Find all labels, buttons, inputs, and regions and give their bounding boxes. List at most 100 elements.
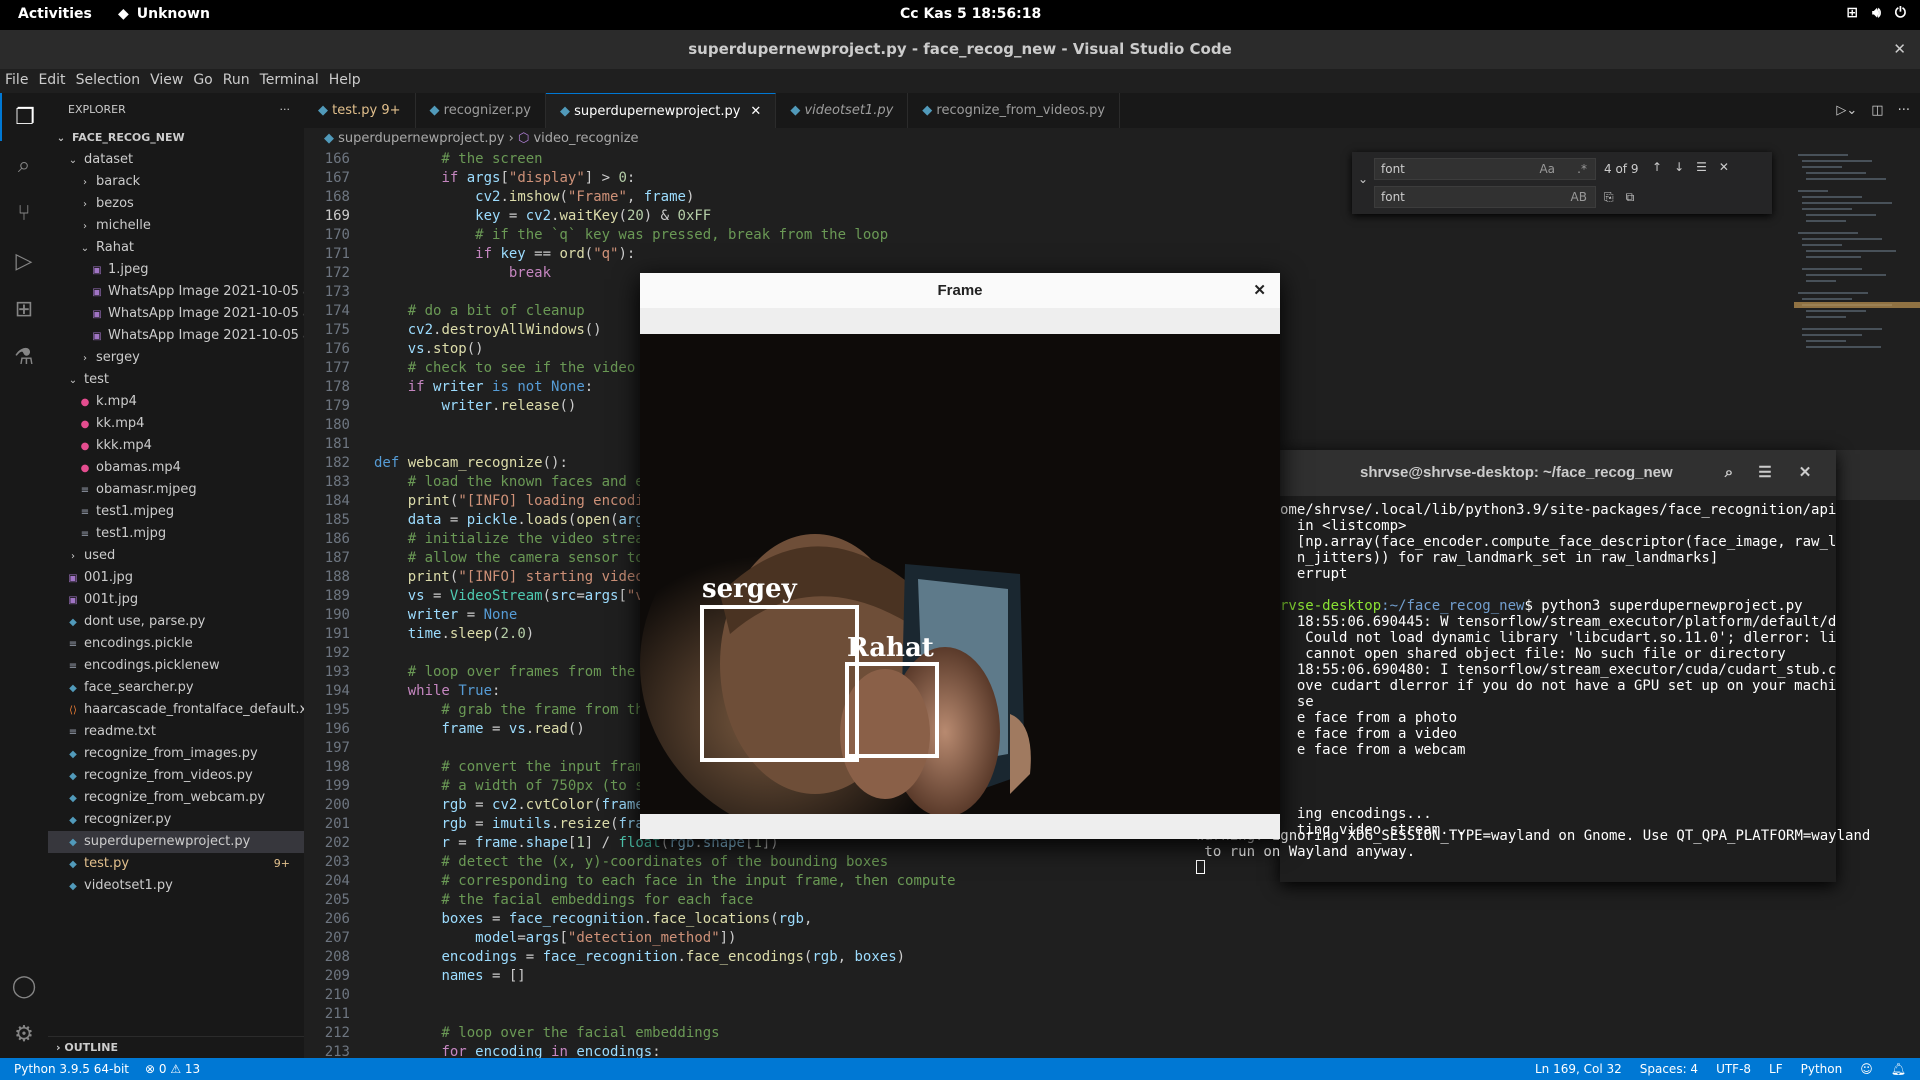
match-case-toggle[interactable]: Aa [1539,159,1555,179]
encoding[interactable]: UTF-8 [1716,1058,1751,1080]
tree-file[interactable]: ◆ face_searcher.py [48,677,304,699]
tree-file[interactable]: ≡ test1.mjpeg [48,501,304,523]
source-control-icon[interactable]: ⑂ [0,189,48,237]
tree-folder[interactable]: › bezos [48,193,304,215]
menu-view[interactable]: View [145,69,188,93]
find-in-selection-icon[interactable]: ☰ [1696,160,1707,174]
close-icon[interactable]: ✕ [1719,160,1729,174]
replace-input[interactable]: font AB [1374,186,1596,208]
extensions-icon[interactable]: ⊞ [0,285,48,333]
tree-folder[interactable]: › used [48,545,304,567]
tree-file[interactable]: ⟨⟩ haarcascade_frontalface_default.xml [48,699,304,721]
tree-item-label: readme.txt [84,724,156,739]
run-debug-icon[interactable]: ▷ [0,237,48,285]
python-interpreter[interactable]: Python 3.9.5 64-bit [14,1058,129,1080]
replace-icon[interactable]: ⎘ [1604,190,1614,205]
testing-icon[interactable]: ⚗ [0,333,48,381]
app-menu[interactable]: ◆ Unknown [118,6,210,22]
language-mode[interactable]: Python [1801,1058,1843,1080]
tree-file[interactable]: ▣ WhatsApp Image 2021-10-05 at 1... [48,325,304,347]
menu-edit[interactable]: Edit [33,69,70,93]
breadcrumb-symbol[interactable]: video_recognize [533,131,638,146]
toggle-replace-icon[interactable]: ⌄ [1358,172,1368,186]
tree-file[interactable]: ≡ encodings.picklenew [48,655,304,677]
menu-help[interactable]: Help [324,69,366,93]
window-close-button[interactable]: ✕ [1893,30,1906,69]
menu-run[interactable]: Run [218,69,255,93]
line-ending[interactable]: LF [1769,1058,1783,1080]
tab-recognizer-py[interactable]: ◆ recognizer.py [416,93,546,128]
indentation[interactable]: Spaces: 4 [1640,1058,1698,1080]
next-match-icon[interactable]: ↓ [1674,160,1684,174]
tree-file[interactable]: ◆ dont use, parse.py [48,611,304,633]
tree-folder[interactable]: › michelle [48,215,304,237]
tree-file[interactable]: ◆ videotset1.py [48,875,304,897]
system-tray[interactable]: ⊞ 🔊︎ ⏻ [1846,5,1906,21]
tree-file[interactable]: ◆ recognize_from_webcam.py [48,787,304,809]
breadcrumb-file[interactable]: superdupernewproject.py [338,131,504,146]
run-icon[interactable]: ▷⌄ [1836,93,1857,128]
search-icon[interactable]: ⌕ [0,141,48,189]
problems-indicator[interactable]: ⊗ 0 ⚠ 13 [145,1058,200,1080]
cursor-position[interactable]: Ln 169, Col 32 [1535,1058,1622,1080]
tree-folder[interactable]: ⌄ test [48,369,304,391]
tree-file[interactable]: ◆ superdupernewproject.py [48,831,304,853]
clock[interactable]: Cc Kas 5 18:56:18 [900,6,1041,22]
tree-file[interactable]: ▣ WhatsApp Image 2021-10-05 at 1... [48,281,304,303]
menu-file[interactable]: File [0,69,33,93]
code-line: names = [] [441,968,526,984]
close-icon[interactable]: ✕ [1790,458,1820,488]
tab-test-py[interactable]: ◆ test.py 9+ [304,93,416,128]
tree-file[interactable]: ▣ 1.jpeg [48,259,304,281]
explorer-more-button[interactable]: ··· [280,93,291,127]
replace-all-icon[interactable]: ⧉ [1626,190,1635,205]
menu-selection[interactable]: Selection [71,69,146,93]
python-file-icon: ◆ [69,771,77,782]
tree-folder[interactable]: ⌄ Rahat [48,237,304,259]
split-editor-icon[interactable]: ◫ [1871,93,1883,128]
tree-file[interactable]: ≡ obamasr.mjpeg [48,479,304,501]
menu-terminal[interactable]: Terminal [255,69,324,93]
tree-file[interactable]: ▣ 001t.jpg [48,589,304,611]
regex-icon[interactable]: .* [1577,159,1587,179]
tree-file[interactable]: ≡ readme.txt [48,721,304,743]
tree-file[interactable]: ≡ encodings.pickle [48,633,304,655]
outline-section[interactable]: › OUTLINE [48,1036,304,1058]
tree-file[interactable]: ● kk.mp4 [48,413,304,435]
terminal-window[interactable]: shrvse@shrvse-desktop: ~/face_recog_new … [1280,450,1836,882]
notifications-bell-icon[interactable]: 🔔︎ [1891,1058,1906,1080]
opencv-frame-window[interactable]: Frame ✕ sergey Rahat [640,273,1280,839]
tree-item-label: recognize_from_webcam.py [84,790,266,805]
hamburger-menu-icon[interactable]: ☰ [1750,458,1780,488]
tab-close-icon[interactable]: ✕ [750,104,761,119]
preserve-case-toggle[interactable]: AB [1571,187,1587,207]
tree-file[interactable]: ◆ recognizer.py [48,809,304,831]
tree-file[interactable]: ▣ WhatsApp Image 2021-10-05 at 1... [48,303,304,325]
settings-gear-icon[interactable]: ⚙ [0,1010,48,1058]
tree-folder[interactable]: › barack [48,171,304,193]
find-input[interactable]: font Aa .* [1374,158,1596,180]
tab-recognize-from-videos-py[interactable]: ◆ recognize_from_videos.py [908,93,1121,128]
search-icon[interactable]: ⌕ [1714,458,1744,488]
more-actions-icon[interactable]: ··· [1898,93,1910,128]
tree-file[interactable]: ◆ recognize_from_videos.py [48,765,304,787]
tree-file[interactable]: ● k.mp4 [48,391,304,413]
tree-folder[interactable]: › sergey [48,347,304,369]
tree-file[interactable]: ≡ test1.mjpg [48,523,304,545]
tree-file[interactable]: ▣ 001.jpg [48,567,304,589]
menu-go[interactable]: Go [188,69,217,93]
tree-folder[interactable]: ⌄ dataset [48,149,304,171]
feedback-icon[interactable]: ☺ [1860,1058,1873,1080]
tree-file[interactable]: ◆ test.py 9+ [48,853,304,875]
account-icon[interactable]: ◯ [0,962,48,1010]
tab-videotset1-py[interactable]: ◆ videotset1.py [776,93,909,128]
tree-file[interactable]: ● kkk.mp4 [48,435,304,457]
project-folder[interactable]: ⌄ FACE_RECOG_NEW [48,127,304,149]
previous-match-icon[interactable]: ↑ [1652,160,1662,174]
activities-button[interactable]: Activities [18,6,92,22]
frame-close-button[interactable]: ✕ [1253,273,1266,308]
explorer-icon[interactable]: ❐ [0,93,48,141]
tab-superdupernewproject-py[interactable]: ◆ superdupernewproject.py ✕ [545,93,777,128]
tree-file[interactable]: ● obamas.mp4 [48,457,304,479]
tree-file[interactable]: ◆ recognize_from_images.py [48,743,304,765]
